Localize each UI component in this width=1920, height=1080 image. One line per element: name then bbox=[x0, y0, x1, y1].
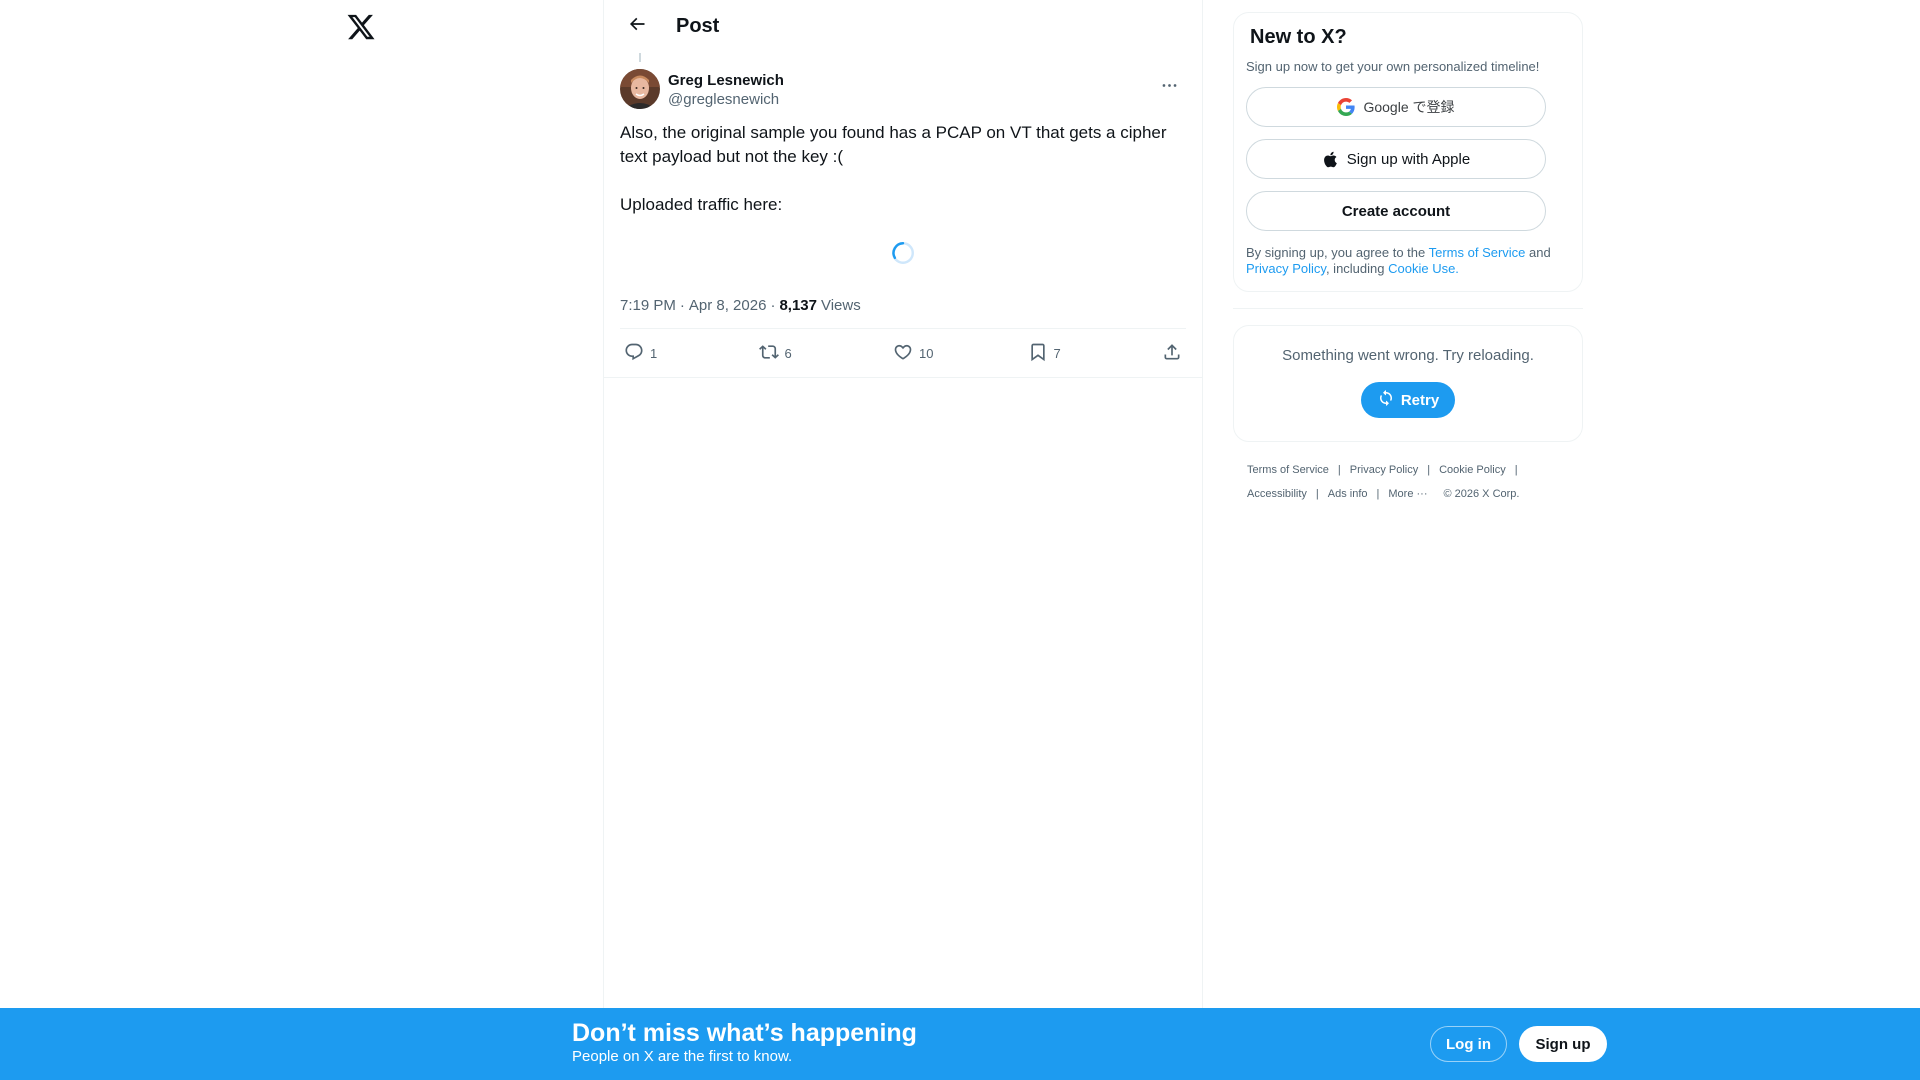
views-label: Views bbox=[820, 297, 861, 314]
ellipsis-icon bbox=[1160, 76, 1179, 100]
privacy-policy-link[interactable]: Privacy Policy bbox=[1246, 261, 1326, 276]
avatar[interactable] bbox=[620, 69, 660, 109]
footer-links: Terms of Service | Privacy Policy | Cookie… bbox=[1233, 458, 1583, 506]
footer-link-privacy[interactable]: Privacy Policy bbox=[1350, 458, 1418, 482]
right-sidebar: New to X? Sign up now to get your own pe… bbox=[1233, 0, 1583, 506]
signup-title: New to X? bbox=[1250, 26, 1347, 48]
repost-button[interactable]: 6 bbox=[758, 342, 819, 365]
footer-link-more[interactable]: More ··· bbox=[1388, 482, 1427, 506]
more-options-button[interactable] bbox=[1152, 71, 1186, 105]
loading-spinner-icon bbox=[890, 240, 916, 271]
footer-separator: | bbox=[1427, 464, 1431, 476]
share-button[interactable] bbox=[1162, 342, 1182, 365]
share-icon bbox=[1162, 342, 1182, 365]
author-handle[interactable]: @greglesnewich bbox=[668, 90, 784, 109]
tweet-date[interactable]: Apr 8, 2026 bbox=[689, 297, 767, 314]
back-button[interactable] bbox=[620, 10, 654, 44]
legal-prefix: By signing up, you agree to the bbox=[1246, 245, 1429, 260]
apple-signup-button[interactable]: Sign up with Apple bbox=[1246, 139, 1546, 179]
signup-subtitle: Sign up now to get your own personalized… bbox=[1246, 59, 1540, 74]
reply-button[interactable]: 1 bbox=[624, 342, 684, 365]
footer-link-accessibility[interactable]: Accessibility bbox=[1247, 482, 1307, 506]
tweet-actions: 1 6 10 7 bbox=[620, 329, 1186, 377]
terms-of-service-link[interactable]: Terms of Service bbox=[1429, 245, 1526, 260]
google-icon bbox=[1337, 98, 1356, 116]
footer-copyright: © 2026 X Corp. bbox=[1443, 488, 1520, 500]
main-header: Post bbox=[604, 0, 1202, 53]
tweet-meta: 7:19 PM · Apr 8, 2026 · 8,137 Views bbox=[620, 283, 1186, 329]
error-message: Something went wrong. Try reloading. bbox=[1282, 347, 1534, 364]
media-loading bbox=[620, 217, 1186, 283]
meta-separator: · bbox=[770, 297, 776, 314]
repost-icon bbox=[758, 342, 779, 365]
bottom-signup-banner: Don’t miss what’s happening People on X … bbox=[0, 1008, 1920, 1080]
refresh-icon bbox=[1377, 389, 1401, 411]
signup-button[interactable]: Sign up bbox=[1519, 1026, 1607, 1062]
signup-legal-text: By signing up, you agree to the Terms of… bbox=[1246, 245, 1570, 277]
like-button[interactable]: 10 bbox=[893, 342, 953, 365]
footer-link-cookie[interactable]: Cookie Policy bbox=[1439, 458, 1506, 482]
footer-separator: | bbox=[1376, 488, 1380, 500]
footer-separator: | bbox=[1337, 464, 1341, 476]
x-logo-icon[interactable] bbox=[346, 12, 378, 44]
main-column: Post Greg Lesnewich @greglesnewich Also,… bbox=[603, 0, 1203, 1080]
google-signup-label: Google で登録 bbox=[1363, 99, 1455, 115]
meta-separator: · bbox=[679, 297, 685, 314]
author-names: Greg Lesnewich @greglesnewich bbox=[668, 71, 784, 109]
legal-and: and bbox=[1525, 245, 1551, 260]
apple-signup-label: Sign up with Apple bbox=[1346, 150, 1471, 168]
apple-icon bbox=[1322, 151, 1339, 168]
retry-label: Retry bbox=[1400, 391, 1440, 409]
trends-error-card: Something went wrong. Try reloading. Ret… bbox=[1233, 325, 1583, 442]
tweet-author-row: Greg Lesnewich @greglesnewich bbox=[620, 65, 1186, 109]
tweet-text: Also, the original sample you found has … bbox=[620, 123, 1167, 214]
arrow-left-icon bbox=[627, 14, 647, 39]
create-account-button[interactable]: Create account bbox=[1246, 191, 1546, 231]
banner-title: Don’t miss what’s happening bbox=[572, 1019, 917, 1047]
banner-subtitle: People on X are the first to know. bbox=[572, 1048, 793, 1065]
footer-separator: | bbox=[1514, 464, 1518, 476]
bookmark-count: 7 bbox=[1053, 345, 1061, 361]
reply-count: 1 bbox=[650, 345, 658, 361]
thread-connector bbox=[639, 53, 641, 62]
heart-icon bbox=[893, 342, 913, 365]
banner-text: Don’t miss what’s happening People on X … bbox=[572, 1018, 917, 1066]
bookmark-button[interactable]: 7 bbox=[1028, 342, 1088, 365]
author-name[interactable]: Greg Lesnewich bbox=[668, 71, 784, 90]
cookie-use-link[interactable]: Cookie Use. bbox=[1388, 261, 1459, 276]
tweet: Greg Lesnewich @greglesnewich Also, the … bbox=[604, 53, 1202, 378]
footer-separator: | bbox=[1315, 488, 1319, 500]
sidebar-divider bbox=[1233, 308, 1583, 309]
login-button[interactable]: Log in bbox=[1430, 1026, 1507, 1062]
google-signup-button[interactable]: Google で登録 bbox=[1246, 87, 1546, 127]
footer-link-ads-info[interactable]: Ads info bbox=[1328, 482, 1368, 506]
like-count: 10 bbox=[919, 345, 934, 361]
page-title: Post bbox=[676, 15, 720, 37]
tweet-time[interactable]: 7:19 PM bbox=[620, 297, 676, 314]
legal-including: , including bbox=[1325, 261, 1389, 276]
footer-link-terms[interactable]: Terms of Service bbox=[1247, 458, 1329, 482]
left-nav bbox=[0, 0, 603, 1080]
views-count: 8,137 bbox=[779, 297, 817, 314]
bookmark-icon bbox=[1028, 342, 1048, 365]
reply-icon bbox=[624, 342, 644, 365]
signup-card: New to X? Sign up now to get your own pe… bbox=[1233, 12, 1583, 292]
repost-count: 6 bbox=[784, 345, 792, 361]
retry-button[interactable]: Retry bbox=[1360, 382, 1456, 418]
tweet-bottom-divider bbox=[604, 377, 1202, 378]
